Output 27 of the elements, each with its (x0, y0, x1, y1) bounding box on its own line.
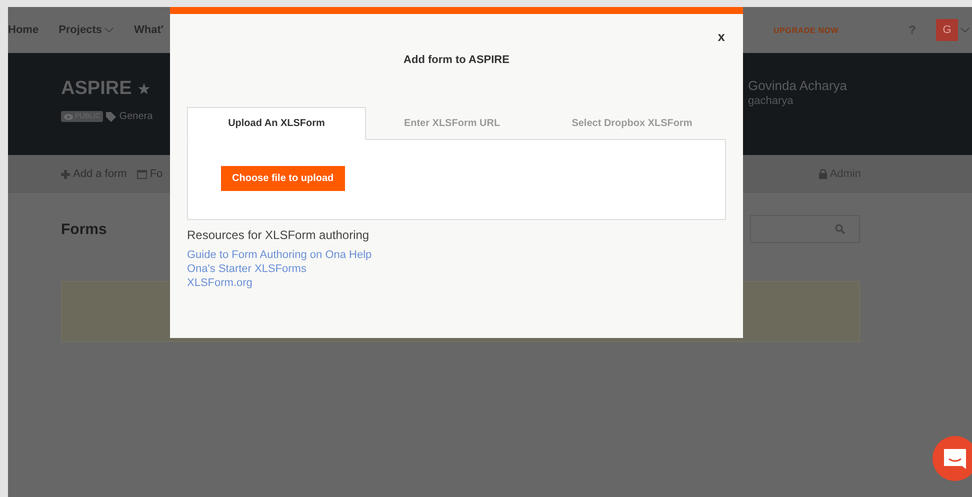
resource-link[interactable]: XLSForm.org (187, 277, 252, 289)
nav-link[interactable]: Projects (58, 24, 114, 36)
search-icon (835, 224, 845, 234)
search-field[interactable] (750, 215, 860, 243)
chevron-icon (960, 26, 972, 34)
plus-icon (61, 170, 70, 178)
upgrade-link[interactable]: UPGRADE NOW (774, 26, 839, 34)
window-icon (136, 170, 147, 178)
owner-username: gacharya (748, 95, 794, 107)
help-button[interactable]: ? (908, 23, 916, 37)
user-avatar[interactable]: G (936, 19, 958, 41)
owner-name: Govinda Acharya (748, 78, 848, 93)
resources-heading: Resources for XLSForm authoring (187, 228, 370, 242)
resource-link[interactable]: Guide to Form Authoring on Ona Help (187, 249, 372, 261)
nav-link[interactable]: What' (134, 24, 164, 36)
nav-link[interactable]: Home (8, 24, 39, 36)
close-button[interactable]: x (718, 29, 725, 44)
upload-button[interactable]: Choose file to upload (221, 166, 345, 191)
dialog-title: Add form to ASPIRE (402, 54, 510, 66)
tag-icon (106, 112, 116, 122)
tab[interactable]: Upload An XLSForm (187, 107, 366, 140)
lock-icon (818, 169, 827, 179)
resource-link[interactable]: Ona's Starter XLSForms (187, 263, 306, 275)
project-title: ASPIRE (61, 78, 132, 100)
eye-icon (64, 114, 73, 120)
section-heading: Forms (61, 220, 107, 238)
tag-label: Genera (119, 111, 153, 122)
